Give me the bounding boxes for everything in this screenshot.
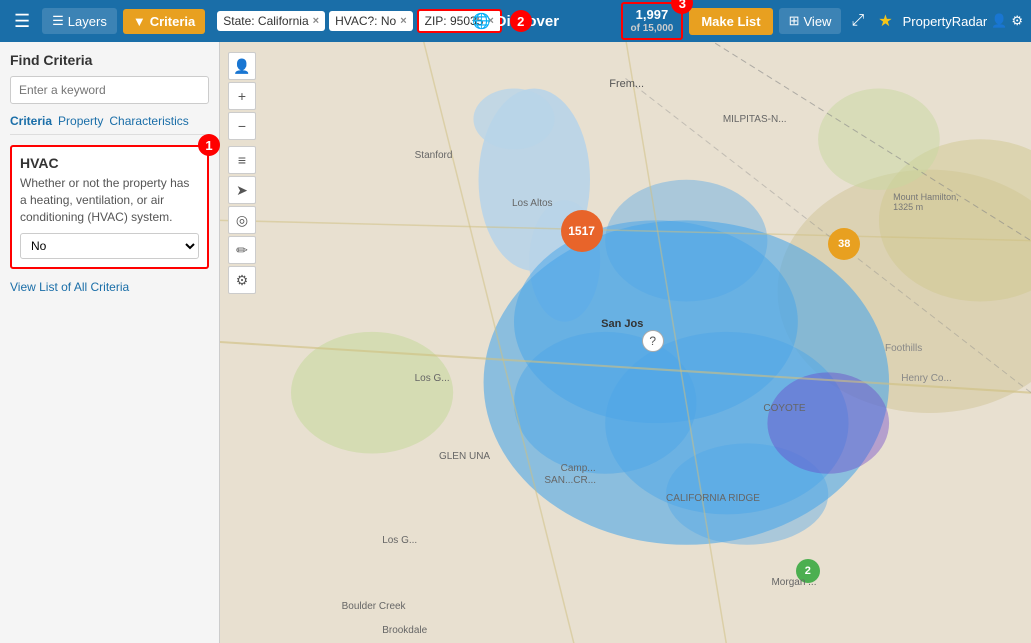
view-button[interactable]: ⊞ View (779, 8, 842, 34)
share-icon: ⤢ (851, 12, 864, 29)
tab-property[interactable]: Property (58, 114, 103, 128)
cluster-marker-1517[interactable]: 1517 (561, 210, 603, 252)
view-icon: ⊞ (789, 13, 800, 29)
map-settings-button[interactable]: ⚙ (228, 266, 256, 294)
tab-criteria[interactable]: Criteria (10, 114, 52, 128)
tab-characteristics[interactable]: Characteristics (109, 114, 188, 128)
annotation-2: 2 (510, 10, 532, 32)
layers-label: Layers (68, 14, 107, 29)
filter-tag-hvac-label: HVAC?: No (335, 14, 396, 28)
globe-icon: 🌐 (472, 12, 491, 30)
user-menu[interactable]: PropertyRadar 👤 ⚙ (903, 13, 1023, 29)
sidebar-tabs: Criteria Property Characteristics (10, 114, 209, 135)
hvac-title: HVAC (20, 155, 199, 171)
zoom-in-button[interactable]: + (228, 82, 256, 110)
star-icon: ★ (878, 13, 892, 30)
share-button[interactable]: ⤢ (847, 8, 868, 34)
filter-icon: ▼ (133, 14, 146, 29)
hvac-select[interactable]: No Yes Unknown (20, 233, 199, 259)
layers-button[interactable]: ☰ Layers (42, 8, 117, 34)
filter-tag-state-label: State: California (223, 14, 308, 28)
filter-tag-hvac: HVAC?: No × (329, 11, 413, 31)
criteria-search-input[interactable] (10, 76, 209, 104)
main-content: Find Criteria Criteria Property Characte… (0, 42, 1031, 643)
location-tool-button[interactable]: ◎ (228, 206, 256, 234)
count-badge-wrapper: 1,997 of 15,000 3 (621, 2, 684, 40)
count-sub: of 15,000 (631, 23, 674, 35)
map-area[interactable]: 👤 + − ≡ ➤ ◎ ✏ ⚙ 1517 38 2 Frem... San Jo… (220, 42, 1031, 643)
criteria-button[interactable]: ▼ Criteria (123, 9, 205, 34)
view-label: View (804, 14, 832, 29)
count-value: 1,997 (631, 7, 674, 23)
layers-icon: ☰ (52, 13, 64, 29)
filter-tag-hvac-remove[interactable]: × (400, 15, 406, 27)
hvac-criteria-wrapper: HVAC Whether or not the property has a h… (10, 145, 209, 269)
zoom-out-button[interactable]: − (228, 112, 256, 140)
map-background (220, 42, 1031, 643)
filter-tag-state-remove[interactable]: × (313, 15, 319, 27)
make-list-button[interactable]: Make List (689, 8, 772, 35)
user-avatar-icon: 👤 (991, 13, 1007, 29)
streetview-tool-button[interactable]: 👤 (228, 52, 256, 80)
annotation-1: 1 (198, 134, 220, 156)
nav-right: 1,997 of 15,000 3 Make List ⊞ View ⤢ ★ P… (621, 2, 1023, 40)
filter-tag-state: State: California × (217, 11, 325, 31)
criteria-label: Criteria (150, 14, 196, 29)
hvac-description: Whether or not the property has a heatin… (20, 175, 199, 225)
user-label: PropertyRadar (903, 14, 988, 29)
view-all-criteria-link[interactable]: View List of All Criteria (10, 280, 129, 294)
hvac-criteria-box: HVAC Whether or not the property has a h… (10, 145, 209, 269)
settings-icon: ⚙ (1011, 13, 1023, 29)
star-button[interactable]: ★ (874, 7, 896, 35)
layers-tool-button[interactable]: ≡ (228, 146, 256, 174)
map-toolbar: 👤 + − ≡ ➤ ◎ ✏ ⚙ (228, 52, 256, 294)
draw-tool-button[interactable]: ✏ (228, 236, 256, 264)
sidebar: Find Criteria Criteria Property Characte… (0, 42, 220, 643)
cluster-marker-2[interactable]: 2 (796, 559, 820, 583)
hamburger-icon[interactable]: ☰ (8, 7, 36, 36)
navigate-tool-button[interactable]: ➤ (228, 176, 256, 204)
top-nav: ☰ ☰ Layers ▼ Criteria State: California … (0, 0, 1031, 42)
sidebar-title: Find Criteria (10, 52, 209, 68)
